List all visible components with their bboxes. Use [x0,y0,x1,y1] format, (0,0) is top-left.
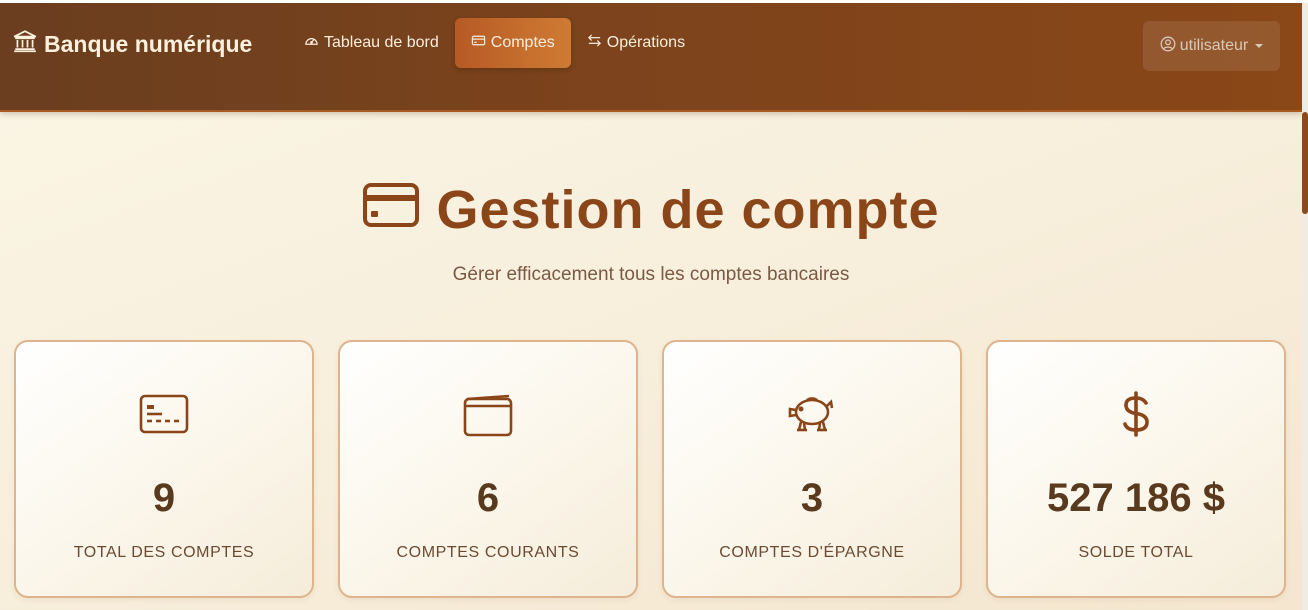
card-details-icon [16,390,312,438]
stat-card-total-accounts: 9 TOTAL DES COMPTES [14,340,314,598]
stat-label: SOLDE TOTAL [1078,544,1194,561]
brand[interactable]: Banque numérique [12,29,252,59]
nav-item-label: Tableau de bord [324,34,439,51]
stat-card-savings-accounts: 3 COMPTES D'ÉPARGNE [662,340,962,598]
nav-item-operations[interactable]: Opérations [573,18,699,68]
speedometer-icon [304,33,319,53]
page-title: Gestion de compte [0,175,1302,245]
nav-item-label: Opérations [606,34,686,51]
page-title-text: Gestion de compte [436,180,940,240]
stat-value: 9 [152,476,176,520]
top-strip [0,0,1308,3]
user-menu-button[interactable]: utilisateur [1143,21,1280,71]
stat-value: 527 186 $ [1047,476,1225,520]
piggy-bank-icon [664,390,960,438]
navbar: Banque numérique Tableau de bord Comptes… [0,3,1302,112]
stat-value: 3 [800,476,824,520]
user-label: utilisateur [1179,37,1249,54]
scrollbar-track[interactable] [1302,3,1308,610]
nav-item-accounts[interactable]: Comptes [454,18,571,68]
nav-item-label: Comptes [490,34,555,51]
page-subtitle: Gérer efficacement tous les comptes banc… [452,264,850,285]
bank-icon [12,28,38,60]
wallet-icon [340,390,636,438]
stat-label: COMPTES D'ÉPARGNE [719,544,905,561]
stat-card-checking-accounts: 6 COMPTES COURANTS [338,340,638,598]
chevron-down-icon [1255,44,1264,48]
stat-label: COMPTES COURANTS [396,544,580,561]
nav-links: Tableau de bord Comptes Opérations [290,18,701,68]
stat-card-total-balance: 527 186 $ SOLDE TOTAL [986,340,1286,598]
credit-card-icon [362,179,420,241]
stat-value: 6 [476,476,500,520]
dollar-icon [988,390,1284,438]
user-circle-icon [1160,36,1176,57]
credit-card-icon [471,33,486,53]
scrollbar-thumb[interactable] [1302,112,1308,214]
brand-name: Banque numérique [44,30,253,57]
arrows-exchange-icon [587,33,602,53]
nav-item-dashboard[interactable]: Tableau de bord [290,18,453,68]
stat-label: TOTAL DES COMPTES [73,544,255,561]
